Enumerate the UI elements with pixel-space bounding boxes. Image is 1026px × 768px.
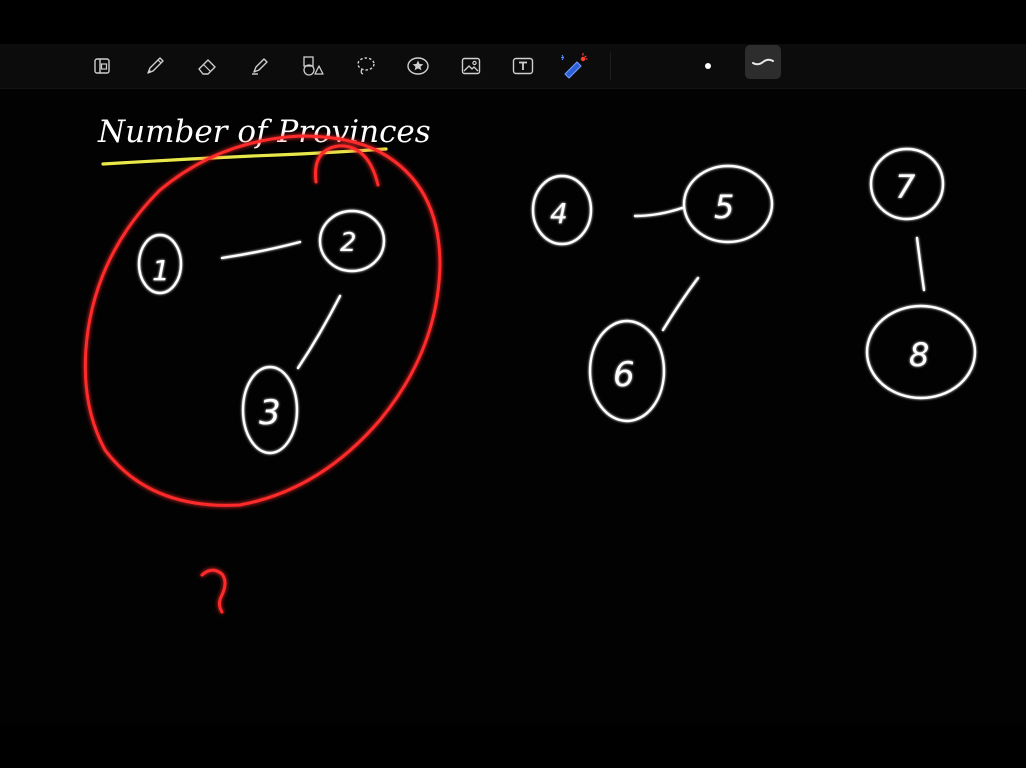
- pen-icon[interactable]: [139, 50, 171, 82]
- graph-node-4: 4: [531, 174, 593, 246]
- canvas-area[interactable]: Number of Provinces 2 1: [0, 89, 1026, 725]
- screen: Number of Provinces 2 1: [0, 0, 1026, 768]
- node-2-label: 2: [340, 228, 357, 258]
- drawing-canvas[interactable]: Number of Provinces 2 1: [0, 89, 1026, 725]
- sticker-icon[interactable]: [402, 50, 434, 82]
- bottom-bar: [0, 725, 1026, 768]
- toolbar: [0, 44, 1026, 89]
- graph-node-8: 8: [865, 304, 977, 400]
- edge-7-8: [915, 236, 926, 292]
- title-underline: [101, 147, 388, 166]
- edge-2-3: [296, 294, 342, 370]
- graph-node-7: 7: [869, 147, 945, 221]
- stroke-curve-icon: [752, 58, 774, 66]
- image-icon[interactable]: [455, 50, 487, 82]
- text-tool-icon[interactable]: [507, 50, 539, 82]
- node-6-label: 6: [613, 355, 635, 395]
- laser-pointer-icon[interactable]: [559, 50, 591, 82]
- node-3-label: 3: [259, 393, 281, 433]
- toolbar-divider: [610, 52, 611, 80]
- graph-node-3: 3: [241, 365, 299, 455]
- eraser-icon[interactable]: [191, 50, 223, 82]
- province-highlight: [83, 134, 442, 614]
- edge-4-5: [633, 206, 684, 218]
- page-title-text: Number of Provinces: [97, 114, 431, 150]
- graph-node-6: 6: [588, 319, 666, 423]
- node-8-label: 8: [909, 336, 929, 374]
- page-title: Number of Provinces: [97, 114, 431, 150]
- edge-5-6: [661, 276, 700, 332]
- node-4-label: 4: [550, 197, 568, 230]
- lasso-icon[interactable]: [350, 50, 382, 82]
- color-dot-icon: [705, 63, 711, 69]
- node-5-label: 5: [714, 188, 734, 226]
- highlighter-icon[interactable]: [244, 50, 276, 82]
- graph-node-1: 1: [137, 233, 183, 295]
- pages-icon[interactable]: [86, 50, 118, 82]
- stroke-style-button[interactable]: [745, 45, 781, 79]
- edge-1-2: [220, 240, 302, 260]
- top-bar: [0, 0, 1026, 44]
- pen-color-swatch[interactable]: [694, 50, 722, 82]
- shapes-icon[interactable]: [297, 50, 329, 82]
- graph-node-5: 5: [682, 164, 774, 244]
- graph-node-2: 2: [318, 209, 386, 273]
- node-1-label: 1: [152, 254, 170, 287]
- node-7-label: 7: [895, 168, 916, 206]
